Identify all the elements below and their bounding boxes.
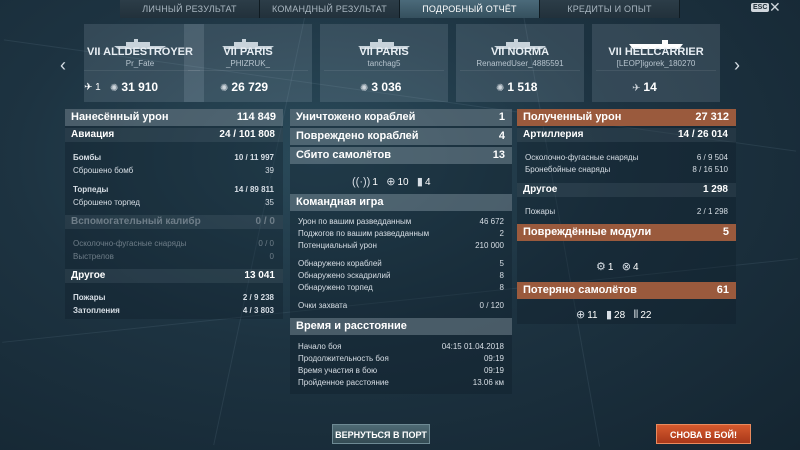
time-row: Время участия в бою 09:19 <box>298 366 504 375</box>
kill-icon: ✈ <box>84 82 93 93</box>
time-row: Пройденное расстояние 13.06 км <box>298 378 504 387</box>
next-arrow-icon[interactable]: › <box>734 55 740 76</box>
received-fires-row: Пожары 2 / 1 298 <box>525 207 728 216</box>
prev-arrow-icon[interactable]: ‹ <box>60 55 66 76</box>
radar-icon: ((·)) <box>352 176 371 188</box>
kills-count: ✈ 1 <box>84 82 101 93</box>
player-name: RenamedUser_4885591 <box>476 59 564 68</box>
damage-value: ✺ 1 518 <box>496 80 538 94</box>
ship-card[interactable]: VII PARIS _PHIZRUK_ ✺ 26 729 <box>184 24 312 102</box>
flooding-row: Затопления 4 / 3 803 <box>73 306 274 315</box>
esc-hint: ESC <box>751 3 770 12</box>
team-play-header: Командная игра <box>290 194 512 211</box>
damage-value: ✺ 31 910 <box>110 80 159 94</box>
team-row: Очки захвата 0 / 120 <box>298 301 504 310</box>
tab-team-result[interactable]: КОМАНДНЫЙ РЕЗУЛЬТАТ <box>260 0 400 18</box>
planes-lost-breakdown: ⊕ 11 ▮ 28 ⦀ 22 <box>576 309 652 321</box>
fires-row: Пожары 2 / 9 238 <box>73 293 274 302</box>
team-row: Обнаружено кораблей 5 <box>298 259 504 268</box>
secondary-he-row: Осколочно-фугасные снаряды 0 / 0 <box>73 239 274 248</box>
planes-lost-header: Потеряно самолётов 61 <box>517 282 736 299</box>
result-tabs: ЛИЧНЫЙ РЕЗУЛЬТАТ КОМАНДНЫЙ РЕЗУЛЬТАТ ПОД… <box>120 0 680 18</box>
team-row: Поджогов по вашим разведданным 2 <box>298 229 504 238</box>
return-to-port-button[interactable]: ВЕРНУТЬСЯ В ПОРТ <box>332 424 430 444</box>
modules-breakdown: ⚙ 1 ⊗ 4 <box>596 261 639 273</box>
ships-destroyed-row: Уничтожено кораблей 1 <box>290 109 512 126</box>
damage-burst-icon: ✺ <box>110 83 119 94</box>
damage-received-header: Полученный урон 27 312 <box>517 109 736 126</box>
ship-card[interactable]: VII NORMA RenamedUser_4885591 ✺ 1 518 <box>456 24 584 102</box>
damage-value: ✈ 14 <box>632 80 657 94</box>
artillery-row: Артиллерия 14 / 26 014 <box>517 128 736 142</box>
fighter-icon: ⊕ <box>576 309 586 321</box>
module-steering-icon: ⚙ <box>596 261 606 273</box>
damaged-modules-header: Повреждённые модули 5 <box>517 224 736 241</box>
secondary-shots-row: Выстрелов 0 <box>73 252 274 261</box>
damage-burst-icon: ✺ <box>220 83 229 94</box>
ship-card[interactable]: VII HELLCARRIER [LEOP]igorek_180270 ✈ 14 <box>592 24 720 102</box>
time-distance-header: Время и расстояние <box>290 318 512 335</box>
team-row: Урон по вашим разведданным 46 672 <box>298 217 504 226</box>
time-row: Начало боя 04:15 01.04.2018 <box>298 342 504 351</box>
damage-burst-icon: ✺ <box>496 83 505 94</box>
bombs-row: Бомбы 10 / 11 997 <box>73 153 274 162</box>
ship-name: VII PARIS <box>359 46 409 58</box>
damage-burst-icon: ✺ <box>360 83 369 94</box>
damage-value: ✺ 3 036 <box>360 80 402 94</box>
torpedo-hit-icon: ✈ <box>632 83 641 94</box>
bombs-dropped-row: Сброшено бомб 39 <box>73 166 274 175</box>
time-row: Продолжительность боя 09:19 <box>298 354 504 363</box>
tab-personal-result[interactable]: ЛИЧНЫЙ РЕЗУЛЬТАТ <box>120 0 260 18</box>
torpedoes-row: Торпеды 14 / 89 811 <box>73 185 274 194</box>
team-row: Обнаружено эскадрилий 8 <box>298 271 504 280</box>
torpedo-bomber-icon: ⦀ <box>633 309 639 321</box>
ship-name: VII PARIS <box>223 46 273 58</box>
ship-name: VII HELLCARRIER <box>608 46 704 58</box>
bomb-icon: ▮ <box>416 176 423 188</box>
team-row: Потенциальный урон 210 000 <box>298 241 504 250</box>
team-row: Обнаружено торпед 8 <box>298 283 504 292</box>
other-damage-row: Другое 13 041 <box>65 269 283 283</box>
close-icon[interactable]: ✕ <box>769 0 781 14</box>
received-other-row: Другое 1 298 <box>517 183 736 197</box>
tab-detailed-report[interactable]: ПОДРОБНЫЙ ОТЧЁТ <box>400 0 540 18</box>
player-name: tanchag5 <box>367 59 401 68</box>
ships-damaged-row: Повреждено кораблей 4 <box>290 128 512 145</box>
secondary-battery-row: Вспомогательный калибр 0 / 0 <box>65 215 283 229</box>
planes-shot-row: Сбито самолётов 13 <box>290 147 512 164</box>
crosshair-icon: ⊕ <box>386 176 396 188</box>
ship-card[interactable]: VII PARIS tanchag5 ✺ 3 036 <box>320 24 448 102</box>
tab-credits-xp[interactable]: КРЕДИТЫ И ОПЫТ <box>540 0 680 18</box>
player-name: [LEOP]igorek_180270 <box>616 59 696 68</box>
module-engine-icon: ⊗ <box>621 261 631 273</box>
damage-dealt-header: Нанесённый урон 114 849 <box>65 109 283 126</box>
ship-name: VII NORMA <box>490 46 550 58</box>
battle-again-button[interactable]: СНОВА В БОЙ! <box>656 424 751 444</box>
bomber-icon: ▮ <box>605 309 613 321</box>
received-ap-row: Бронебойные снаряды 8 / 16 510 <box>525 165 728 174</box>
aviation-row: Авиация 24 / 101 808 <box>65 128 283 142</box>
received-he-row: Осколочно-фугасные снаряды 6 / 9 504 <box>525 153 728 162</box>
damage-value: ✺ 26 729 <box>220 80 269 94</box>
player-name: _PHIZRUK_ <box>225 59 270 68</box>
torpedoes-dropped-row: Сброшено торпед 35 <box>73 198 274 207</box>
planes-shot-breakdown: ((·)) 1 ⊕ 10 ▮ 4 <box>352 176 431 188</box>
